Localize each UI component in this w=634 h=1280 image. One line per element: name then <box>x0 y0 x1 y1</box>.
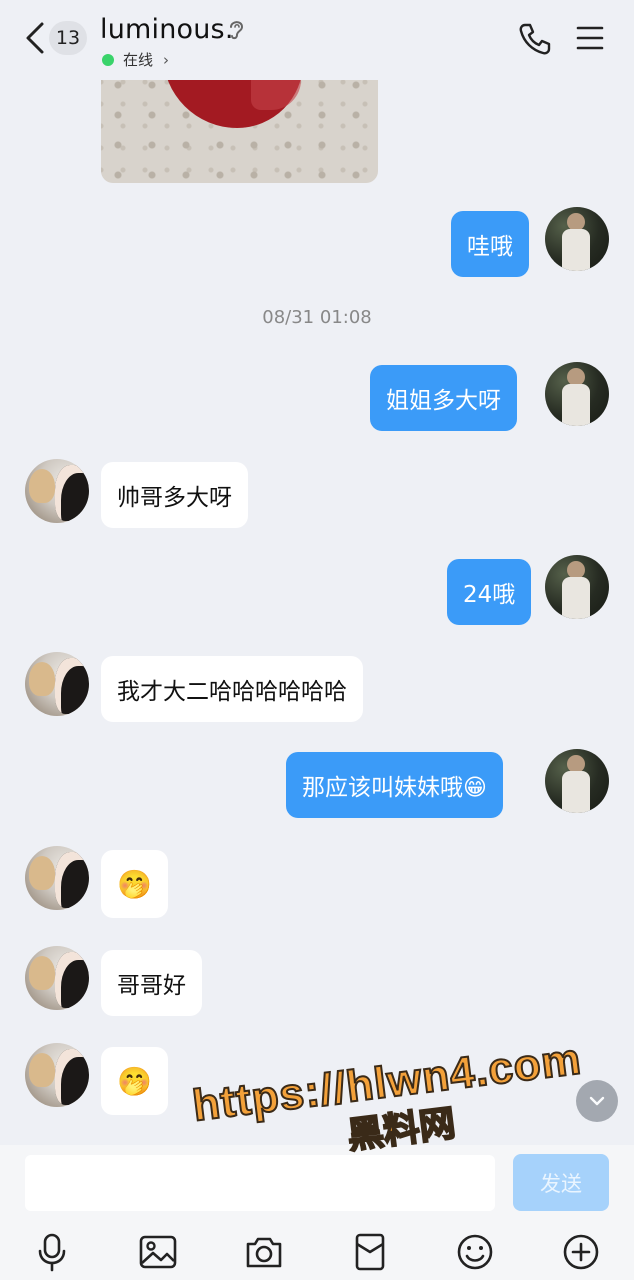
contact-avatar[interactable] <box>25 946 89 1010</box>
online-status[interactable]: 在线 › <box>102 49 169 70</box>
contact-avatar[interactable] <box>25 1043 89 1107</box>
message-bubble-outgoing[interactable]: 那应该叫妹妹哦😁 <box>286 752 503 818</box>
contact-avatar[interactable] <box>25 846 89 910</box>
my-avatar[interactable] <box>545 749 609 813</box>
menu-icon[interactable] <box>576 24 604 52</box>
ear-icon <box>230 21 244 40</box>
message-bubble-emoji[interactable]: 🤭 <box>101 1047 168 1115</box>
my-avatar[interactable] <box>545 362 609 426</box>
camera-icon[interactable] <box>244 1232 284 1272</box>
mic-icon[interactable] <box>32 1232 72 1272</box>
red-packet-icon[interactable] <box>350 1232 390 1272</box>
phone-icon[interactable] <box>518 22 552 56</box>
emoji-icon[interactable] <box>455 1232 495 1272</box>
message-bubble-outgoing[interactable]: 姐姐多大呀 <box>370 365 517 431</box>
plus-icon[interactable] <box>561 1232 601 1272</box>
my-avatar[interactable] <box>545 207 609 271</box>
chevron-right-icon: › <box>163 50 170 69</box>
unread-count-badge[interactable]: 13 <box>49 21 87 55</box>
chevron-down-icon <box>589 1096 605 1106</box>
message-bubble-incoming[interactable]: 帅哥多大呀 <box>101 462 248 528</box>
message-bubble-outgoing[interactable]: 哇哦 <box>451 211 529 277</box>
contact-name[interactable]: luminous. <box>100 14 234 45</box>
message-bubble-emoji[interactable]: 🤭 <box>101 850 168 918</box>
message-bubble-outgoing[interactable]: 24哦 <box>447 559 532 625</box>
image-icon[interactable] <box>138 1232 178 1272</box>
contact-avatar[interactable] <box>25 459 89 523</box>
message-timestamp: 08/31 01:08 <box>262 307 372 328</box>
my-avatar[interactable] <box>545 555 609 619</box>
message-bubble-incoming[interactable]: 哥哥好 <box>101 950 202 1016</box>
online-dot <box>102 53 114 66</box>
contact-avatar[interactable] <box>25 652 89 716</box>
message-bubble-incoming[interactable]: 我才大二哈哈哈哈哈哈 <box>101 656 363 722</box>
chat-header: 13 luminous. 在线 › <box>0 0 634 80</box>
send-button[interactable]: 发送 <box>513 1154 609 1211</box>
status-label: 在线 <box>123 51 154 69</box>
